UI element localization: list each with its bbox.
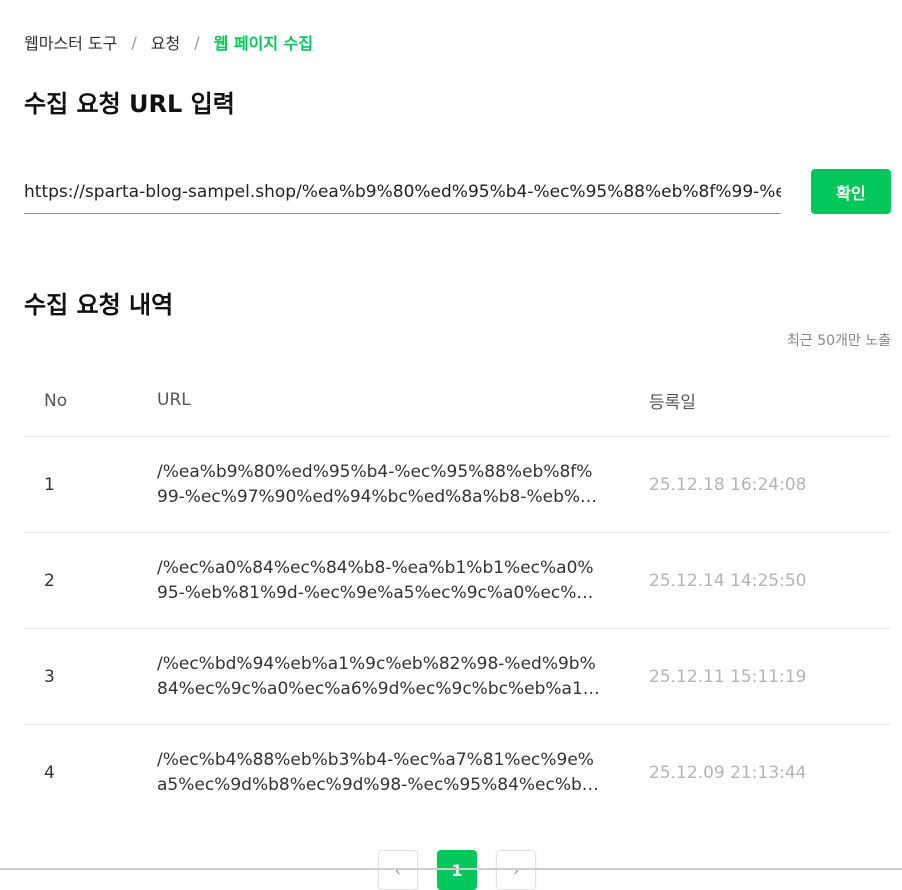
row-url: /%ec%a0%84%ec%84%b8-%ea%b1%b1%ec%a0%95-%… (157, 556, 649, 606)
chevron-left-icon: ‹ (394, 860, 402, 880)
table-row: 4 /%ec%b4%88%eb%b3%b4-%ec%a7%81%ec%9e%a5… (24, 725, 891, 820)
history-note: 최근 50개만 노출 (787, 333, 891, 349)
row-url-text: /%ea%b9%80%ed%95%b4-%ec%95%88%eb%8f%99-%… (157, 461, 593, 507)
breadcrumb-webmaster-tools[interactable]: 웹마스터 도구 (24, 30, 117, 54)
col-no: No (44, 390, 68, 411)
breadcrumb-request[interactable]: 요청 (151, 30, 180, 54)
breadcrumb: 웹마스터 도구 / 요청 / 웹 페이지 수집 (24, 30, 313, 54)
row-date: 25.12.09 21:13:44 (649, 762, 807, 783)
row-url-text: /%ec%b4%88%eb%b3%b4-%ec%a7%81%ec%9e%a5%e… (157, 749, 594, 795)
page-title: 수집 요청 URL 입력 (24, 90, 235, 118)
history-table: No URL 등록일 1 /%ea%b9%80%ed%95%b4-%ec%95%… (24, 365, 891, 820)
row-no: 3 (44, 666, 55, 687)
col-date: 등록일 (649, 393, 696, 413)
table-header: No URL 등록일 (24, 365, 891, 437)
row-date: 25.12.14 14:25:50 (649, 570, 807, 591)
prev-page-button[interactable]: ‹ (378, 850, 418, 890)
row-no: 2 (44, 570, 55, 591)
table-row: 1 /%ea%b9%80%ed%95%b4-%ec%95%88%eb%8f%99… (24, 437, 891, 533)
row-date: 25.12.18 16:24:08 (649, 474, 807, 495)
url-input[interactable] (24, 170, 781, 214)
row-url: /%ec%b4%88%eb%b3%b4-%ec%a7%81%ec%9e%a5%e… (157, 748, 649, 798)
row-url: /%ec%bd%94%eb%a1%9c%eb%82%98-%ed%9b%84%e… (157, 652, 649, 702)
breadcrumb-separator: / (194, 32, 200, 52)
col-url: URL (157, 390, 191, 410)
row-no: 4 (44, 762, 55, 783)
chevron-right-icon: › (512, 860, 520, 880)
confirm-button[interactable]: 확인 (811, 169, 891, 214)
row-date: 25.12.11 15:11:19 (649, 666, 807, 687)
breadcrumb-web-page-collect: 웹 페이지 수집 (213, 34, 314, 53)
row-url-text: /%ec%bd%94%eb%a1%9c%eb%82%98-%ed%9b%84%e… (157, 653, 599, 699)
next-page-button[interactable]: › (496, 850, 536, 890)
row-url: /%ea%b9%80%ed%95%b4-%ec%95%88%eb%8f%99-%… (157, 460, 649, 510)
page-1-button[interactable]: 1 (437, 850, 477, 890)
pagination: ‹ 1 › (378, 850, 536, 890)
table-row: 3 /%ec%bd%94%eb%a1%9c%eb%82%98-%ed%9b%84… (24, 629, 891, 725)
table-row: 2 /%ec%a0%84%ec%84%b8-%ea%b1%b1%ec%a0%95… (24, 533, 891, 629)
row-no: 1 (44, 474, 55, 495)
breadcrumb-separator: / (131, 32, 137, 52)
history-title: 수집 요청 내역 (24, 291, 174, 319)
row-url-text: /%ec%a0%84%ec%84%b8-%ea%b1%b1%ec%a0%95-%… (157, 557, 594, 603)
